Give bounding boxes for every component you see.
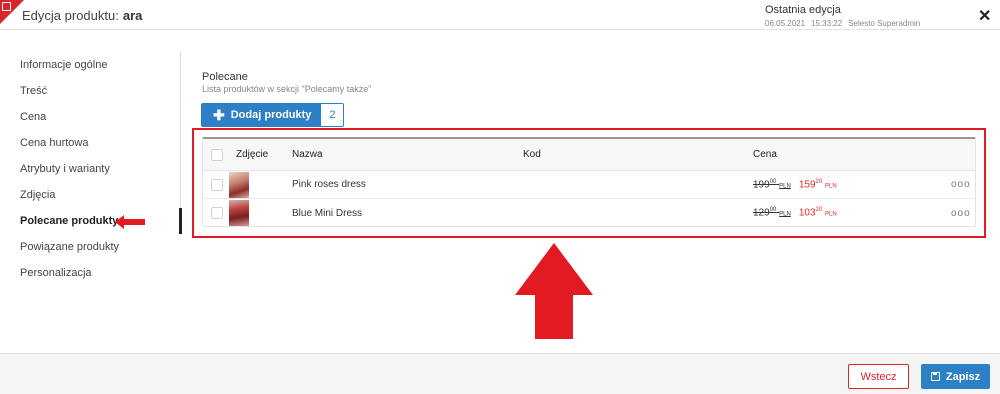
last-edit-label: Ostatnia edycja	[765, 4, 841, 16]
row-more-actions[interactable]: ooo	[951, 199, 971, 227]
column-header-name: Nazwa	[292, 149, 323, 160]
table-row: Pink roses dress 19900 PLN 15920 PLN ooo	[203, 171, 975, 199]
add-products-label: Dodaj produkty	[230, 109, 312, 121]
page-title-value: ara	[122, 8, 143, 23]
table-row: Blue Mini Dress 12900 PLN 10320 PLN ooo	[203, 199, 975, 227]
page-title: Edycja produktu: ara	[22, 8, 142, 23]
last-edit-details: 06.05.2021 15:33:22 Selesto Superadmin	[765, 18, 926, 30]
table-header-row: Zdjęcie Nazwa Kod Cena	[203, 139, 975, 171]
column-header-price: Cena	[753, 149, 777, 160]
close-icon[interactable]: ✕	[978, 6, 991, 26]
save-button[interactable]: Zapisz	[921, 364, 990, 389]
old-price-currency: PLN	[779, 211, 791, 218]
column-header-code: Kod	[523, 149, 541, 160]
row-checkbox-cell	[211, 199, 223, 227]
floppy-disk-icon	[930, 372, 940, 381]
sidebar-item-personalization[interactable]: Personalizacja	[20, 260, 170, 286]
last-edit-user: Selesto Superadmin	[848, 19, 921, 28]
new-price: 15920 PLN	[799, 179, 837, 190]
last-edit-info: Ostatnia edycja 06.05.2021 15:33:22 Selest…	[765, 4, 926, 30]
add-products-button[interactable]: ✚ Dodaj produkty 2	[201, 103, 345, 127]
sidebar-item-general-info[interactable]: Informacje ogólne	[20, 52, 170, 78]
old-price-dec: 00	[769, 178, 777, 185]
row-checkbox[interactable]	[211, 207, 223, 219]
sidebar-active-indicator	[179, 208, 182, 234]
row-checkbox-cell	[211, 171, 223, 198]
product-thumbnail-cell	[229, 199, 249, 227]
sidebar-nav: Informacje ogólne Treść Cena Cena hurtow…	[20, 52, 170, 286]
sidebar-item-attributes-variants[interactable]: Atrybuty i warianty	[20, 156, 170, 182]
save-button-label: Zapisz	[945, 370, 981, 383]
old-price: 19900 PLN	[753, 179, 791, 190]
new-price-int: 103	[798, 207, 816, 219]
old-price-currency: PLN	[779, 183, 791, 190]
add-products-count-badge: 2	[320, 103, 345, 127]
more-options-icon[interactable]: ooo	[951, 208, 971, 219]
product-price: 19900 PLN 15920 PLN	[753, 171, 837, 198]
last-edit-date: 06.05.2021	[765, 19, 806, 28]
section-subtitle: Lista produktów w sekcji "Polecamy także…	[202, 84, 372, 94]
old-price: 12900 PLN	[753, 207, 791, 218]
new-price-dec: 20	[815, 207, 823, 214]
new-price: 10320 PLN	[799, 207, 837, 218]
old-price-int: 199	[753, 179, 770, 191]
sidebar-item-photos[interactable]: Zdjęcia	[20, 182, 170, 208]
back-button[interactable]: Wstecz	[848, 364, 909, 389]
more-options-icon[interactable]: ooo	[951, 179, 971, 190]
plus-icon: ✚	[213, 107, 225, 123]
recommended-products-table: Zdjęcie Nazwa Kod Cena Pink roses dress …	[202, 137, 976, 227]
new-price-currency: PLN	[824, 211, 837, 218]
last-edit-time: 15:33:22	[811, 19, 843, 28]
product-thumbnail	[229, 171, 249, 198]
sidebar-item-recommended-products[interactable]: Polecane produkty	[20, 208, 170, 234]
sidebar-item-related-products[interactable]: Powiązane produkty	[20, 234, 170, 260]
product-thumbnail-cell	[229, 171, 249, 198]
select-all-checkbox-cell	[211, 139, 223, 170]
page-title-label: Edycja produktu:	[22, 8, 119, 23]
product-name: Pink roses dress	[292, 179, 366, 190]
sidebar-item-wholesale-price[interactable]: Cena hurtowa	[20, 130, 170, 156]
column-header-photo: Zdjęcie	[236, 149, 269, 160]
product-price: 12900 PLN 10320 PLN	[753, 199, 837, 227]
save-status-icon	[2, 2, 11, 11]
annotation-arrow-up-icon	[515, 243, 593, 339]
old-price-dec: 00	[769, 207, 777, 214]
sidebar-item-price[interactable]: Cena	[20, 104, 170, 130]
product-name: Blue Mini Dress	[292, 207, 363, 219]
select-all-checkbox[interactable]	[211, 148, 223, 161]
row-checkbox[interactable]	[211, 178, 223, 191]
header-bar: Edycja produktu: ara Ostatnia edycja 06.0…	[0, 0, 1000, 30]
sidebar-item-content[interactable]: Treść	[20, 78, 170, 104]
old-price-int: 129	[753, 207, 770, 219]
new-price-currency: PLN	[824, 183, 837, 190]
new-price-dec: 20	[815, 178, 823, 185]
new-price-int: 159	[798, 179, 816, 191]
product-thumbnail	[229, 200, 249, 226]
annotation-arrow-left-icon	[115, 215, 145, 229]
row-more-actions[interactable]: ooo	[951, 171, 971, 198]
section-title: Polecane	[202, 71, 248, 83]
add-products-button-main[interactable]: ✚ Dodaj produkty	[201, 103, 322, 127]
